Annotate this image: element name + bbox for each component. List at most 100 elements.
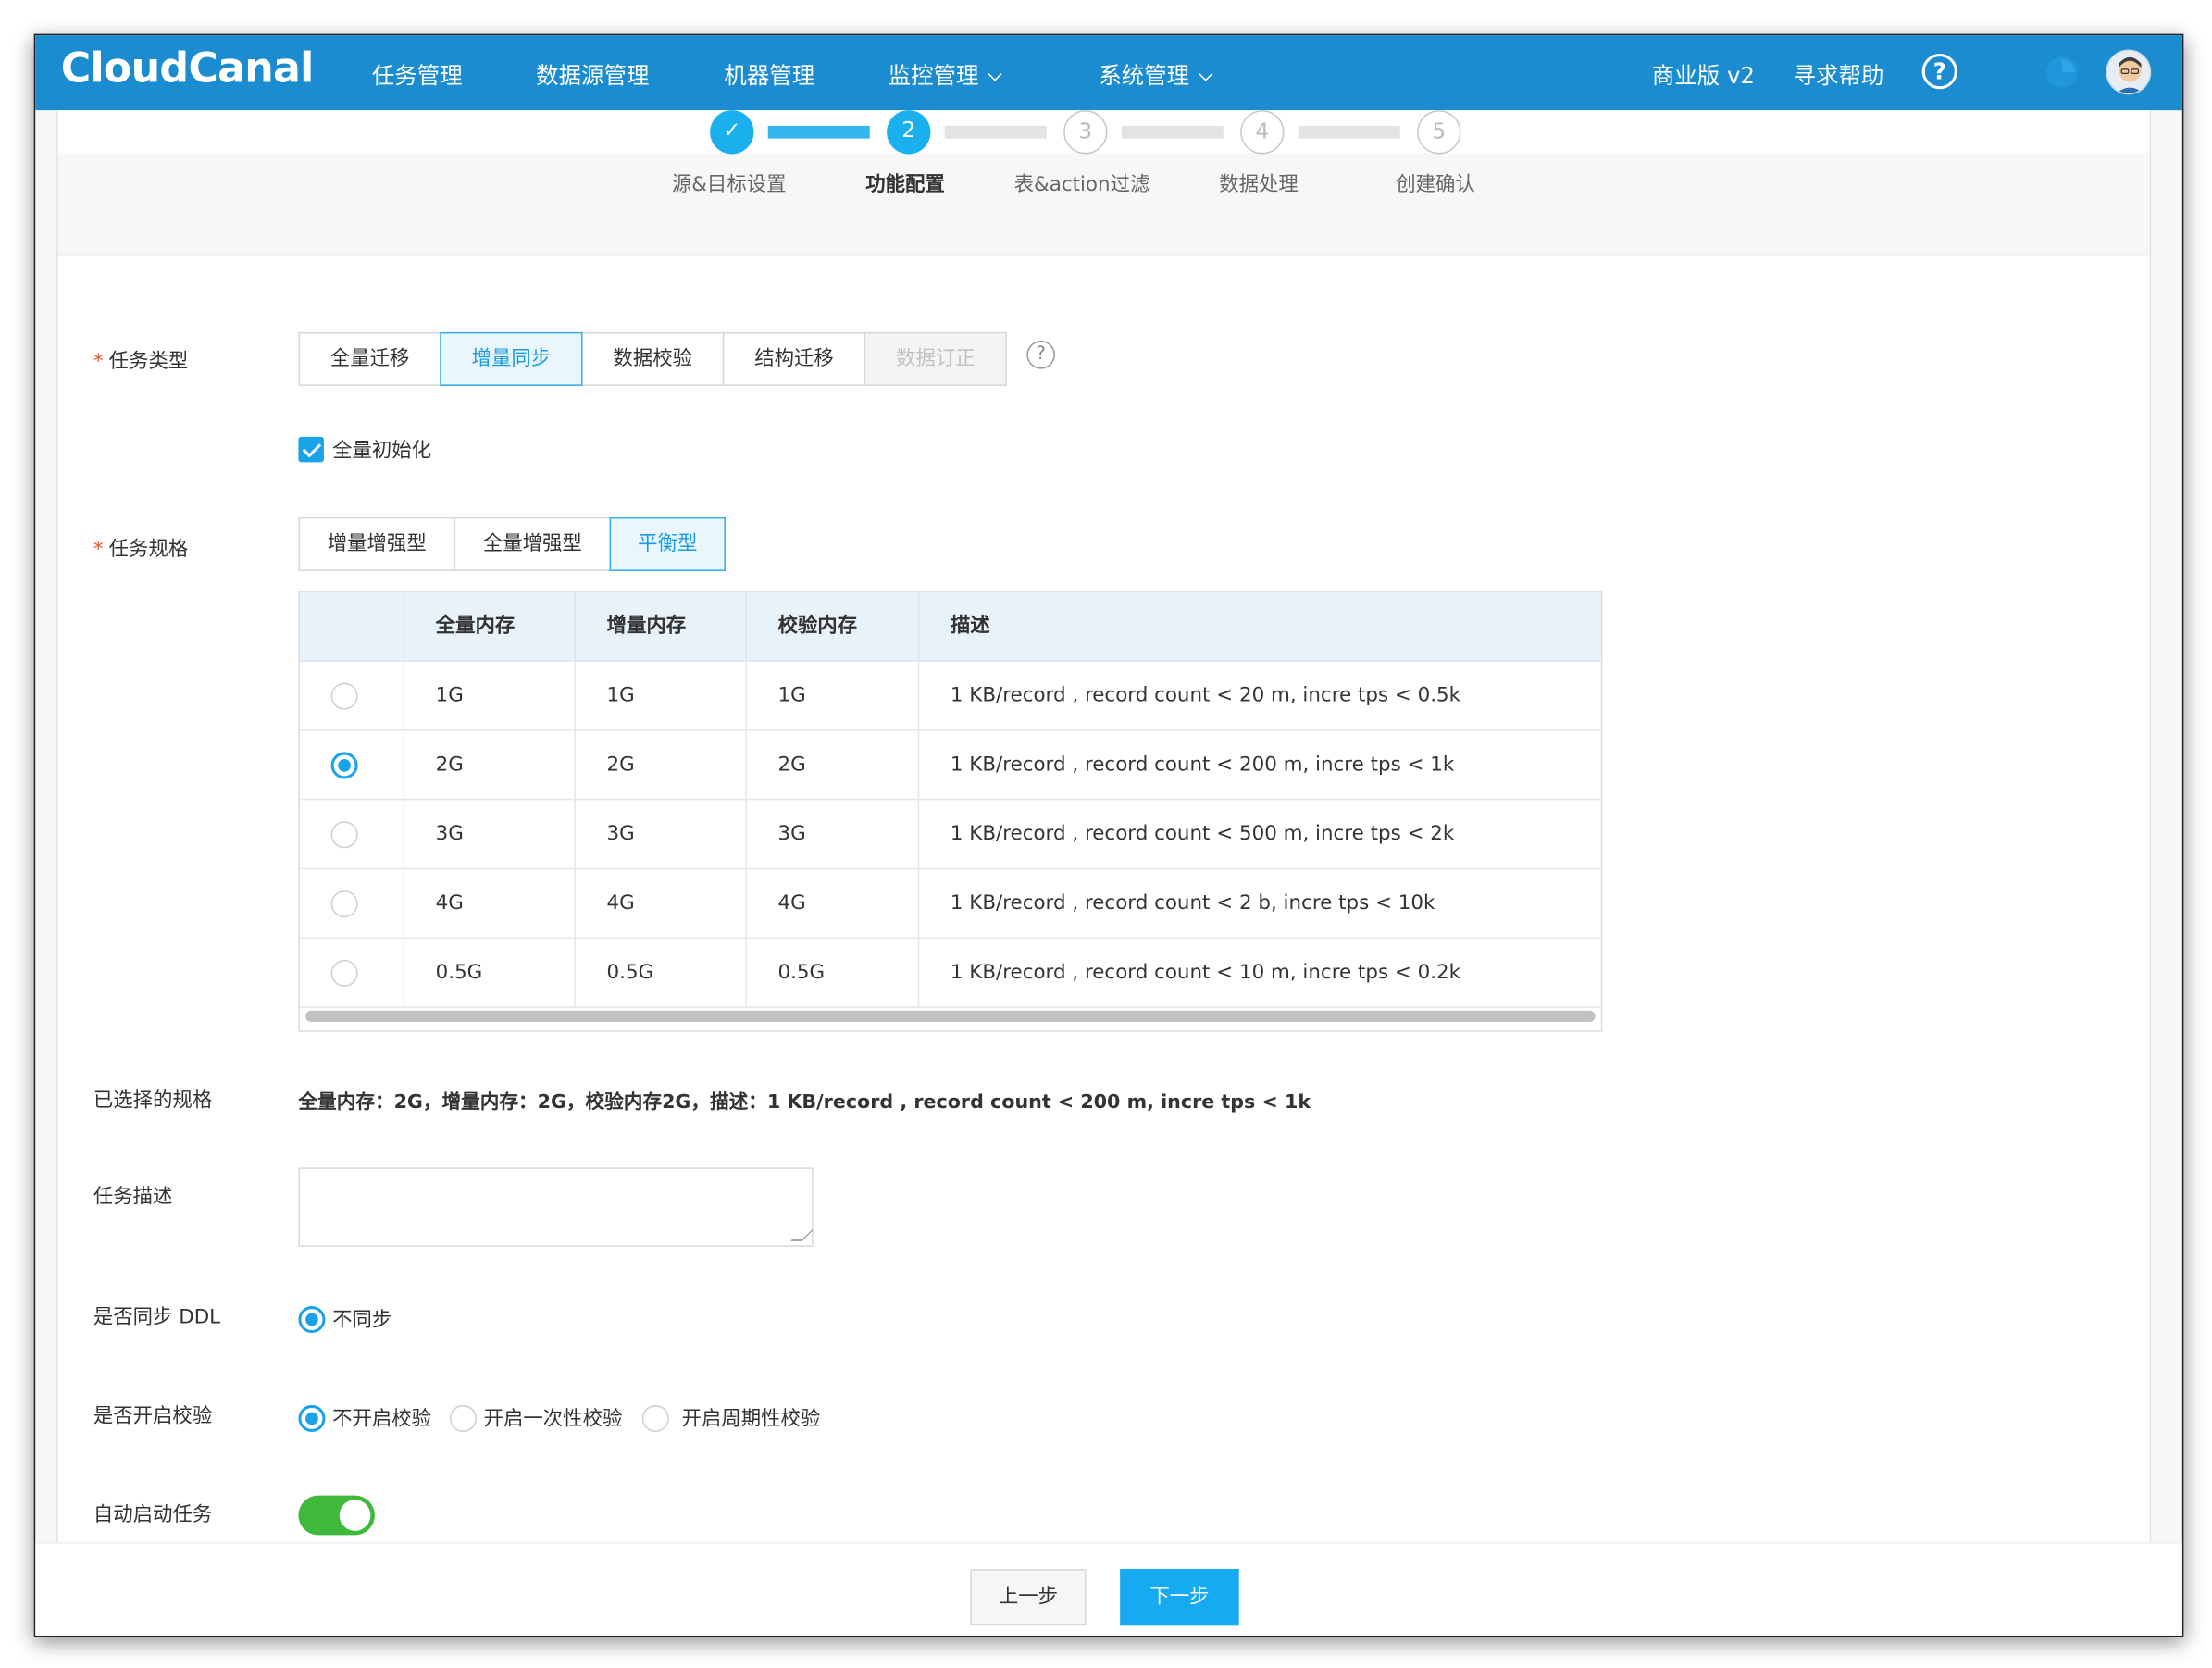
cell-incr-memory: 3G [574, 800, 745, 867]
verify-option-off: 不开启校验 [332, 1403, 431, 1432]
task-type-selector: 全量迁移 增量同步 数据校验 结构迁移 数据订正 [300, 332, 1007, 386]
row-radio[interactable] [331, 960, 358, 987]
step-connector [768, 126, 870, 139]
cell-full-memory: 4G [404, 869, 575, 937]
table-row[interactable]: 1G 1G 1G 1 KB/record , record count < 20… [300, 662, 1601, 731]
table-horizontal-scrollbar[interactable] [305, 1011, 1596, 1022]
task-type-label: *任务类型 [93, 346, 188, 375]
step-3-circle: 3 [1063, 110, 1107, 154]
required-mark: * [93, 539, 104, 561]
table-row[interactable]: 0.5G 0.5G 0.5G 1 KB/record , record coun… [300, 939, 1601, 1008]
cell-incr-memory: 2G [574, 731, 745, 799]
col-header-full-memory: 全量内存 [404, 592, 575, 660]
cell-full-memory: 1G [404, 662, 575, 729]
step-3-label: 表&action过滤 [1014, 169, 1150, 198]
spec-balanced[interactable]: 平衡型 [610, 517, 726, 571]
col-header-incr-memory: 增量内存 [574, 592, 745, 660]
step-connector [1122, 126, 1224, 139]
auto-start-label: 自动启动任务 [93, 1500, 212, 1528]
step-4-label: 数据处理 [1219, 169, 1299, 198]
step-1-label: 源&目标设置 [672, 169, 787, 198]
cell-verify-memory: 1G [745, 662, 917, 729]
row-radio[interactable] [331, 683, 358, 710]
col-header-verify-memory: 校验内存 [745, 592, 917, 660]
user-avatar[interactable] [2106, 49, 2151, 94]
task-type-label-text: 任务类型 [109, 351, 189, 373]
chevron-down-icon [988, 68, 1001, 81]
selected-spec-value: 全量内存：2G，增量内存：2G，校验内存2G，描述：1 KB/record , … [298, 1086, 1311, 1114]
cell-verify-memory: 2G [745, 731, 917, 799]
prev-step-button[interactable]: 上一步 [970, 1569, 1086, 1625]
pie-chart-icon[interactable] [2046, 56, 2078, 88]
cell-verify-memory: 4G [745, 869, 917, 937]
step-5-label: 创建确认 [1396, 169, 1475, 198]
task-type-full-migration[interactable]: 全量迁移 [298, 332, 441, 386]
table-row[interactable]: 3G 3G 3G 1 KB/record , record count < 50… [300, 800, 1601, 869]
step-4-circle: 4 [1240, 110, 1284, 154]
sync-ddl-option-label: 不同步 [332, 1305, 391, 1334]
cloudcanal-logo[interactable]: CloudCanal [61, 44, 314, 92]
row-radio[interactable] [331, 821, 358, 848]
spec-incremental-enhanced[interactable]: 增量增强型 [298, 517, 455, 571]
top-navbar: CloudCanal 任务管理 数据源管理 机器管理 监控管理 系统管理 商业版… [35, 35, 2183, 110]
cell-description: 1 KB/record , record count < 20 m, incre… [918, 662, 1601, 729]
cell-full-memory: 2G [404, 731, 575, 799]
step-connector [945, 126, 1047, 139]
table-row[interactable]: 2G 2G 2G 1 KB/record , record count < 20… [300, 731, 1601, 801]
task-type-data-verify[interactable]: 数据校验 [581, 332, 724, 386]
task-type-structure-migration[interactable]: 结构迁移 [723, 332, 865, 386]
task-type-data-correction: 数据订正 [864, 332, 1007, 386]
nav-monitor-label: 监控管理 [889, 62, 979, 89]
table-row[interactable]: 4G 4G 4G 1 KB/record , record count < 2 … [300, 869, 1601, 939]
auto-start-toggle[interactable] [298, 1496, 375, 1536]
nav-machine-management[interactable]: 机器管理 [724, 56, 814, 91]
cell-full-memory: 0.5G [404, 939, 575, 1006]
selected-spec-label: 已选择的规格 [93, 1086, 212, 1114]
nav-task-management[interactable]: 任务管理 [372, 56, 463, 91]
row-radio[interactable] [331, 890, 358, 917]
cell-incr-memory: 4G [574, 869, 745, 937]
edition-label[interactable]: 商业版 v2 [1652, 56, 1755, 91]
task-spec-label: *任务规格 [93, 534, 188, 563]
row-radio[interactable] [331, 752, 358, 778]
help-link[interactable]: 寻求帮助 [1794, 56, 1884, 91]
nav-datasource-management[interactable]: 数据源管理 [536, 56, 649, 91]
nav-system-label: 系统管理 [1099, 62, 1189, 89]
verify-radio-off[interactable] [298, 1405, 325, 1432]
wizard-steps [58, 153, 2150, 255]
col-header-description: 描述 [918, 592, 1601, 660]
sync-ddl-label: 是否同步 DDL [93, 1301, 220, 1330]
nav-monitor-management[interactable]: 监控管理 [889, 56, 1000, 91]
verify-radio-once[interactable] [450, 1405, 477, 1432]
footer-bar: 上一步 下一步 [35, 1542, 2183, 1637]
question-circle-icon[interactable]: ? [1026, 341, 1055, 369]
step-connector [1299, 126, 1400, 139]
cell-verify-memory: 3G [745, 800, 917, 867]
cell-description: 1 KB/record , record count < 10 m, incre… [918, 939, 1601, 1006]
full-init-label: 全量初始化 [332, 435, 431, 464]
step-2-circle: 2 [887, 110, 930, 154]
step-2-label: 功能配置 [865, 169, 945, 198]
spec-full-enhanced[interactable]: 全量增强型 [454, 517, 612, 571]
verify-label: 是否开启校验 [93, 1400, 212, 1429]
cell-description: 1 KB/record , record count < 200 m, incr… [918, 731, 1601, 799]
full-init-checkbox[interactable] [298, 437, 324, 462]
cell-full-memory: 3G [404, 800, 575, 867]
sync-ddl-radio-no[interactable] [298, 1306, 325, 1333]
app-window: CloudCanal 任务管理 数据源管理 机器管理 监控管理 系统管理 商业版… [34, 34, 2184, 1637]
avatar-face-icon [2107, 51, 2151, 94]
question-circle-icon[interactable]: ? [1922, 54, 1957, 89]
nav-system-management[interactable]: 系统管理 [1099, 56, 1211, 91]
spec-table: 全量内存 增量内存 校验内存 描述 1G 1G 1G 1 KB/record ,… [298, 591, 1602, 1031]
task-desc-textarea[interactable] [298, 1167, 813, 1247]
step-1-check-icon: ✓ [710, 110, 753, 154]
cell-verify-memory: 0.5G [745, 939, 917, 1006]
task-type-incremental-sync[interactable]: 增量同步 [440, 332, 582, 386]
verify-option-periodic: 开启周期性校验 [682, 1403, 821, 1432]
chevron-down-icon [1199, 68, 1212, 81]
next-step-button[interactable]: 下一步 [1120, 1569, 1238, 1625]
required-mark: * [93, 351, 104, 373]
cell-incr-memory: 0.5G [574, 939, 745, 1006]
verify-radio-periodic[interactable] [642, 1405, 669, 1432]
task-spec-selector: 增量增强型 全量增强型 平衡型 [300, 517, 726, 571]
